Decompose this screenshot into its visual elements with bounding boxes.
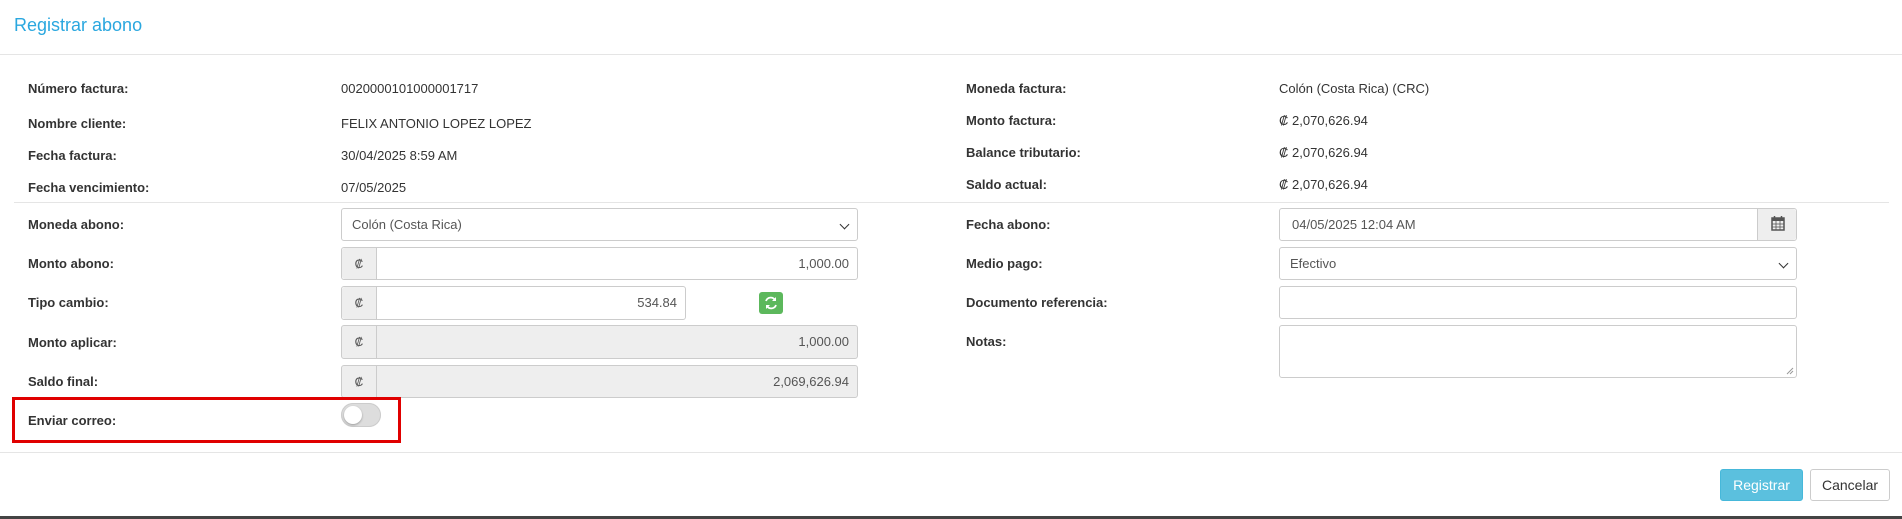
register-button[interactable]: Registrar — [1720, 469, 1803, 501]
tax-balance-value: ₡ 2,070,626.94 — [1279, 145, 1368, 160]
refresh-icon — [765, 296, 777, 310]
section-divider — [14, 202, 1889, 203]
payment-amount-value: 1,000.00 — [798, 256, 849, 271]
exchange-rate-input[interactable]: ₡ 534.84 — [341, 286, 686, 320]
final-balance-input: ₡ 2,069,626.94 — [341, 365, 858, 398]
invoice-currency-value: Colón (Costa Rica) (CRC) — [1279, 81, 1430, 96]
notes-textarea[interactable] — [1279, 325, 1797, 378]
reference-document-input[interactable] — [1279, 286, 1797, 319]
modal-footer-divider — [0, 452, 1902, 453]
cancel-button[interactable]: Cancelar — [1810, 469, 1890, 501]
currency-symbol-addon: ₡ — [342, 287, 377, 319]
calendar-button[interactable] — [1757, 209, 1796, 240]
resize-handle-icon[interactable] — [1786, 367, 1794, 375]
invoice-number-value: 0020000101000001717 — [341, 81, 479, 96]
highlight-box — [12, 397, 401, 443]
invoice-amount-value: ₡ 2,070,626.94 — [1279, 113, 1368, 128]
payment-date-label: Fecha abono: — [966, 217, 1051, 232]
amount-to-apply-label: Monto aplicar: — [28, 335, 117, 350]
final-balance-value: 2,069,626.94 — [773, 374, 849, 389]
amount-to-apply-value: 1,000.00 — [798, 334, 849, 349]
chevron-down-icon — [839, 219, 850, 230]
currency-symbol-addon: ₡ — [342, 326, 377, 358]
client-name-label: Nombre cliente: — [28, 116, 127, 131]
invoice-date-label: Fecha factura: — [28, 148, 117, 163]
due-date-value: 07/05/2025 — [341, 180, 407, 195]
payment-amount-label: Monto abono: — [28, 256, 114, 271]
due-date-label: Fecha vencimiento: — [28, 180, 150, 195]
currency-symbol-addon: ₡ — [342, 248, 377, 279]
payment-date-input[interactable]: 04/05/2025 12:04 AM — [1279, 208, 1797, 241]
notes-label: Notas: — [966, 334, 1007, 349]
final-balance-label: Saldo final: — [28, 374, 99, 389]
tax-balance-label: Balance tributario: — [966, 145, 1081, 160]
payment-method-select[interactable]: Efectivo — [1279, 247, 1797, 280]
currency-symbol-addon: ₡ — [342, 366, 377, 397]
modal-title: Registrar abono — [14, 15, 143, 35]
invoice-date-value: 30/04/2025 8:59 AM — [341, 148, 458, 163]
reference-document-label: Documento referencia: — [966, 295, 1108, 310]
current-balance-label: Saldo actual: — [966, 177, 1047, 192]
chevron-down-icon — [1778, 258, 1789, 269]
current-balance-value: ₡ 2,070,626.94 — [1279, 177, 1368, 192]
invoice-number-label: Número factura: — [28, 81, 129, 96]
client-name-value: FELIX ANTONIO LOPEZ LOPEZ — [341, 116, 532, 131]
refresh-exchange-rate-button[interactable] — [759, 292, 783, 314]
modal-header: Registrar abono — [0, 0, 1902, 55]
invoice-currency-label: Moneda factura: — [966, 81, 1067, 96]
payment-currency-selected-value: Colón (Costa Rica) — [352, 217, 462, 232]
amount-to-apply-input: ₡ 1,000.00 — [341, 325, 858, 359]
invoice-amount-label: Monto factura: — [966, 113, 1057, 128]
exchange-rate-value: 534.84 — [637, 295, 677, 310]
calendar-icon — [1771, 216, 1785, 231]
payment-currency-label: Moneda abono: — [28, 217, 125, 232]
payment-currency-select[interactable]: Colón (Costa Rica) — [341, 208, 858, 241]
exchange-rate-label: Tipo cambio: — [28, 295, 109, 310]
payment-amount-input[interactable]: ₡ 1,000.00 — [341, 247, 858, 280]
payment-method-label: Medio pago: — [966, 256, 1043, 271]
payment-date-value: 04/05/2025 12:04 AM — [1292, 217, 1416, 232]
payment-method-selected-value: Efectivo — [1290, 256, 1337, 271]
